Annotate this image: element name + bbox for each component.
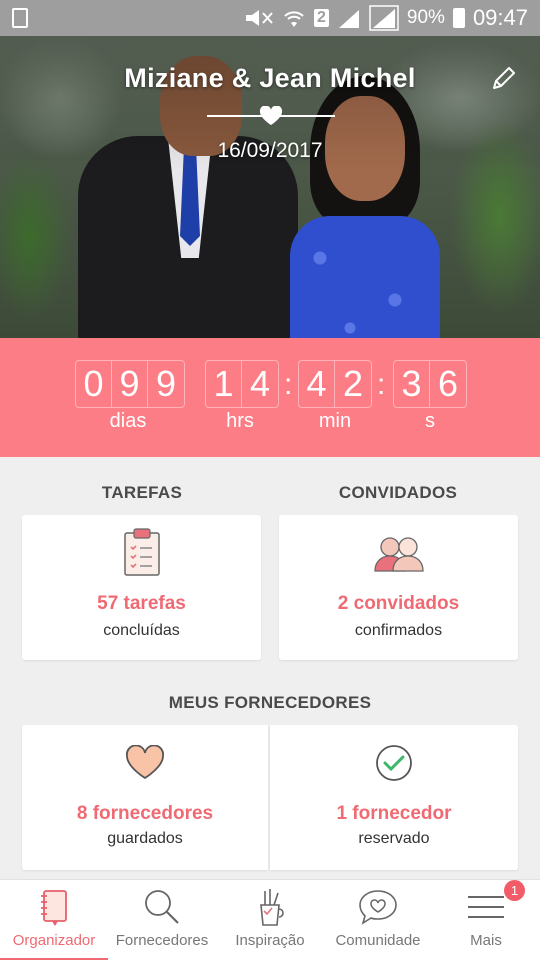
- notification-badge: 1: [504, 880, 525, 901]
- tasks-card[interactable]: 57 tarefas concluídas: [22, 515, 261, 660]
- guests-icon: [373, 537, 424, 572]
- status-bar: 2 90% 09:47: [0, 0, 540, 36]
- phone-rotate-icon: [12, 8, 28, 28]
- sim-badge: 2: [314, 9, 329, 27]
- nav-item-fornecedores[interactable]: Fornecedores: [108, 880, 216, 960]
- nav-item-inspiracao[interactable]: Inspiração: [216, 880, 324, 960]
- countdown-digit: 2: [342, 363, 364, 404]
- vendors-section-title: MEUS FORNECEDORES: [168, 693, 372, 712]
- nav-item-organizador[interactable]: Organizador: [0, 880, 108, 960]
- countdown-digit: 0: [76, 361, 112, 407]
- countdown-label-hours: hrs: [226, 410, 254, 432]
- signal-icon: [338, 10, 359, 28]
- countdown-label-days: dias: [109, 410, 147, 432]
- booked-vendors-count: 1 fornecedor: [336, 803, 452, 824]
- notebook-icon: [41, 890, 67, 926]
- countdown-digit: 4: [249, 363, 271, 404]
- booked-vendors-card[interactable]: 1 fornecedor reservado: [270, 725, 518, 870]
- heart-icon: [126, 745, 164, 780]
- countdown-days: 0 9 9: [75, 360, 185, 408]
- saved-vendors-card[interactable]: 8 fornecedores guardados: [22, 725, 268, 870]
- countdown-digit: 9: [155, 363, 177, 404]
- pencil-cup-icon: [260, 889, 284, 926]
- countdown-separator: :: [284, 368, 293, 401]
- clipboard-checklist-icon: [123, 528, 160, 576]
- pencil-icon[interactable]: [490, 64, 518, 92]
- clock: 09:47: [472, 5, 528, 30]
- menu-icon: [468, 896, 504, 918]
- tasks-section-title: TAREFAS: [101, 483, 183, 502]
- guests-section-title: CONVIDADOS: [338, 483, 458, 502]
- search-icon: [145, 890, 179, 924]
- guests-sub: confirmados: [354, 622, 443, 639]
- wifi-icon: [284, 11, 304, 27]
- heart-divider-icon: [259, 106, 283, 125]
- booked-vendors-sub: reservado: [358, 830, 430, 847]
- countdown-separator: :: [377, 368, 386, 401]
- guests-card[interactable]: 2 convidados confirmados: [279, 515, 518, 660]
- nav-label: Organizador: [12, 932, 96, 949]
- nav-item-comunidade[interactable]: Comunidade: [324, 880, 432, 960]
- countdown-digit: 6: [437, 363, 459, 404]
- countdown-hours: 1 4: [205, 360, 279, 408]
- check-circle-icon: [376, 745, 412, 781]
- countdown-digit: 3: [394, 361, 430, 407]
- countdown-digit: 9: [112, 361, 148, 407]
- countdown-digit: 1: [206, 361, 242, 407]
- countdown-minutes: 4 2: [298, 360, 372, 408]
- nav-label: Fornecedores: [115, 932, 209, 949]
- bottom-nav: Organizador Fornecedores Inspiração Comu…: [0, 879, 540, 960]
- heart-divider: [207, 106, 335, 126]
- nav-label: Mais: [470, 932, 502, 949]
- wedding-date: 16/09/2017: [217, 139, 323, 162]
- tasks-count: 57 tarefas: [97, 593, 186, 614]
- nav-label: Comunidade: [335, 932, 421, 949]
- battery-percent: 90%: [406, 7, 445, 28]
- nav-label: Inspiração: [235, 932, 305, 949]
- battery-icon: [452, 8, 465, 28]
- countdown-digit: 4: [299, 361, 335, 407]
- saved-vendors-sub: guardados: [107, 830, 183, 847]
- countdown-label-seconds: s: [425, 410, 435, 432]
- couple-name: Miziane & Jean Michel: [124, 63, 416, 93]
- guests-count: 2 convidados: [337, 593, 460, 614]
- countdown-label-minutes: min: [318, 410, 352, 432]
- tasks-sub: concluídas: [103, 622, 180, 639]
- countdown-panel: 0 9 9 1 4 : 4 2 : 3 6: [0, 338, 540, 457]
- countdown-seconds: 3 6: [393, 360, 467, 408]
- signal-2-icon: [369, 5, 399, 31]
- chat-heart-icon: [359, 890, 397, 925]
- mute-icon: [246, 10, 273, 26]
- saved-vendors-count: 8 fornecedores: [76, 803, 214, 824]
